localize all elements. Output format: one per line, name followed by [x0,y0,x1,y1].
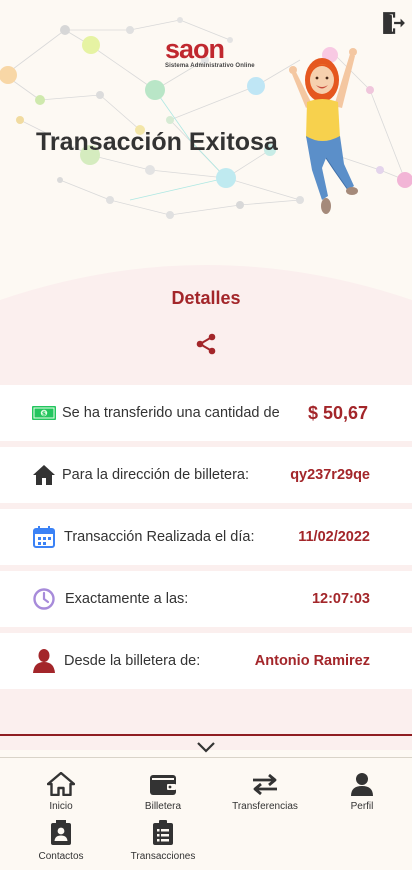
profile-icon [317,770,407,796]
logout-icon[interactable] [380,10,406,36]
amount-label: Se ha transferido una cantidad de [62,405,280,421]
home-icon [32,463,56,487]
time-value: 12:07:03 [311,591,370,607]
nav-label-inicio: Inicio [49,801,73,812]
list-item-amount: $ Se ha transferido una cantidad de $ 50… [0,385,412,441]
sender-value: Antonio Ramirez [254,653,370,669]
list-item-wallet-address: Para la dirección de billetera: qy237r29… [0,447,412,503]
nav-item-inicio[interactable]: Inicio [16,770,106,812]
nav-item-billetera[interactable]: Billetera [118,770,208,812]
nav-label-billetera: Billetera [144,801,182,812]
chevron-down-icon[interactable] [196,740,216,754]
hero-banner: saon Sistema Administrativo Online Trans… [0,0,412,260]
nav-label-transferencias: Transferencias [232,801,298,812]
money-icon: $ [32,401,56,425]
nav-label-perfil: Perfil [350,801,374,812]
nav-label-contactos: Contactos [38,851,84,862]
calendar-icon [32,525,56,549]
wallet-address-label: Para la dirección de billetera: [62,467,249,483]
nav-item-perfil[interactable]: Perfil [317,770,407,812]
home-icon [16,770,106,796]
date-label: Transacción Realizada el día: [64,529,255,545]
sender-label: Desde la billetera de: [64,653,201,669]
transaction-details-list: $ Se ha transferido una cantidad de $ 50… [0,385,412,695]
svg-text:$: $ [42,411,46,418]
page-title: Transacción Exitosa [36,128,278,156]
contacts-icon [16,820,106,846]
celebrating-character-illustration [289,48,358,214]
nav-item-transferencias[interactable]: Transferencias [220,770,310,812]
list-item-time: Exactamente a las: 12:07:03 [0,571,412,627]
details-title: Detalles [171,288,241,308]
nav-item-contactos[interactable]: Contactos [16,820,106,862]
transfer-icon [220,770,310,796]
wallet-icon [118,770,208,796]
date-value: 11/02/2022 [298,529,370,545]
bottom-navigation: Inicio Billetera Transferencias Perfil C… [0,758,412,870]
list-item-sender: Desde la billetera de: Antonio Ramirez [0,633,412,689]
user-icon [32,649,56,673]
list-item-date: Transacción Realizada el día: 11/02/2022 [0,509,412,565]
amount-value: $ 50,67 [307,402,368,423]
transactions-icon [118,820,208,846]
time-label: Exactamente a las: [65,591,189,607]
nav-item-transacciones[interactable]: Transacciones [118,820,208,862]
nav-label-transacciones: Transacciones [130,851,196,862]
share-icon[interactable] [194,332,218,356]
brand-name: saon [165,34,225,64]
clock-icon [32,587,56,611]
brand-tagline: Sistema Administrativo Online [165,63,255,69]
nav-divider [0,734,412,736]
brand-logo: saon Sistema Administrativo Online [165,36,255,70]
wallet-address-value: qy237r29qe [290,467,370,483]
